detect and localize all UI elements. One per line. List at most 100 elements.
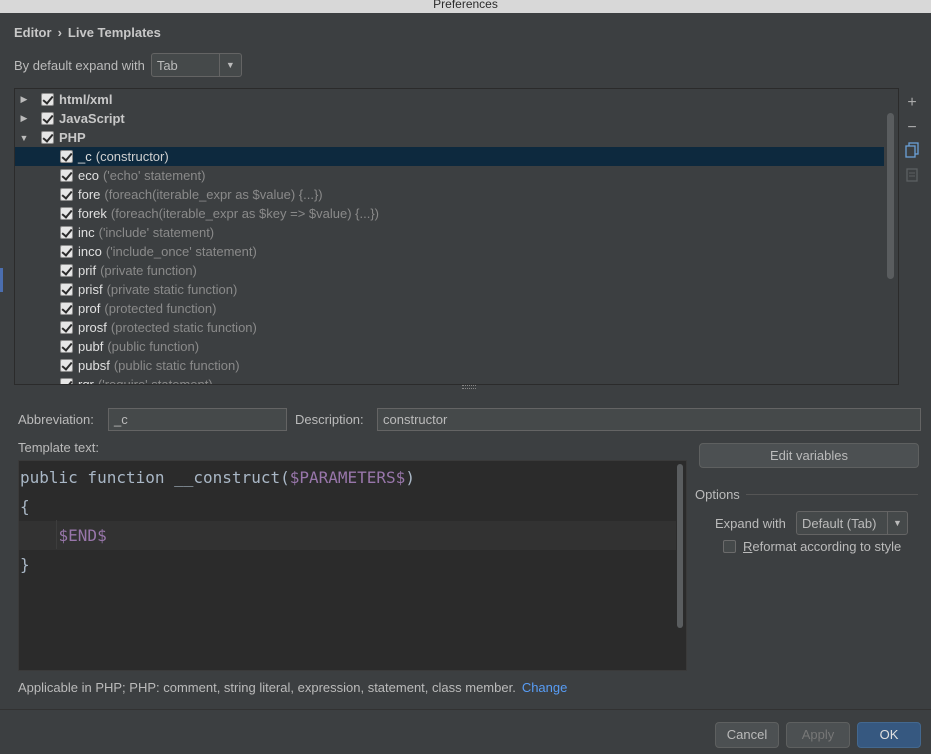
template-abbreviation: pubsf <box>78 358 110 373</box>
default-expand-value: Tab <box>156 57 178 73</box>
description-input[interactable]: constructor <box>377 408 921 431</box>
restore-defaults-icon[interactable] <box>902 167 922 192</box>
template-abbreviation: prof <box>78 301 101 316</box>
template-row-prosf[interactable]: prosf (protected static function) <box>15 318 884 337</box>
template-checkbox[interactable] <box>60 283 73 296</box>
template-row-fore[interactable]: fore (foreach(iterable_expr as $value) {… <box>15 185 884 204</box>
template-variable: $PARAMETERS$ <box>289 468 406 487</box>
editor-scrollbar[interactable] <box>677 464 683 628</box>
abbreviation-input[interactable]: _c <box>108 408 287 431</box>
group-checkbox[interactable] <box>41 131 54 144</box>
cancel-button[interactable]: Cancel <box>715 722 779 748</box>
template-description: (public static function) <box>113 358 240 373</box>
reformat-checkbox[interactable] <box>723 540 736 553</box>
template-abbreviation: inc <box>78 225 95 240</box>
template-row-inco[interactable]: inco ('include_once' statement) <box>15 242 884 261</box>
template-checkbox[interactable] <box>60 359 73 372</box>
template-text-editor[interactable]: public function __construct($PARAMETERS$… <box>18 460 687 671</box>
splitter-handle[interactable] <box>462 385 476 389</box>
code-line-4: } <box>19 550 676 579</box>
code-line-1: public function __construct($PARAMETERS$… <box>19 463 676 492</box>
template-row-_c[interactable]: _c (constructor) <box>15 147 884 166</box>
change-link[interactable]: Change <box>522 680 568 695</box>
template-checkbox[interactable] <box>60 321 73 334</box>
ok-button[interactable]: OK <box>857 722 921 748</box>
template-checkbox[interactable] <box>60 150 73 163</box>
template-description: (protected static function) <box>110 320 257 335</box>
template-abbreviation: prisf <box>78 282 103 297</box>
default-expand-combo[interactable]: Tab ▼ <box>150 53 242 77</box>
tree-scrollbar[interactable] <box>887 113 894 279</box>
group-name: JavaScript <box>59 111 125 126</box>
template-description: ('include_once' statement) <box>105 244 257 259</box>
template-checkbox[interactable] <box>60 207 73 220</box>
abbreviation-label: Abbreviation: <box>18 412 94 427</box>
breadcrumb-parent[interactable]: Editor <box>14 25 52 40</box>
reformat-label[interactable]: Reformat according to style <box>743 539 901 554</box>
template-checkbox[interactable] <box>60 188 73 201</box>
template-abbreviation: rqr <box>78 377 94 385</box>
group-checkbox[interactable] <box>41 112 54 125</box>
window-title: Preferences <box>433 0 498 11</box>
template-row-inc[interactable]: inc ('include' statement) <box>15 223 884 242</box>
template-checkbox[interactable] <box>60 245 73 258</box>
code-text: public function __construct( <box>20 468 290 487</box>
template-row-pubsf[interactable]: pubsf (public static function) <box>15 356 884 375</box>
template-abbreviation: forek <box>78 206 107 221</box>
breadcrumb-separator: › <box>57 25 62 40</box>
template-checkbox[interactable] <box>60 264 73 277</box>
applicable-contexts: Applicable in PHP; PHP: comment, string … <box>18 680 567 695</box>
template-row-eco[interactable]: eco ('echo' statement) <box>15 166 884 185</box>
footer-divider <box>0 709 931 710</box>
template-checkbox[interactable] <box>60 169 73 182</box>
templates-tree[interactable]: ▶ html/xml ▶ JavaScript ▼ PHP _c (constr… <box>14 88 899 385</box>
template-abbreviation: prif <box>78 263 97 278</box>
template-row-rqr[interactable]: rqr ('require' statement) <box>15 375 884 385</box>
apply-button[interactable]: Apply <box>786 722 850 748</box>
edit-variables-button[interactable]: Edit variables <box>699 443 919 468</box>
remove-icon[interactable]: − <box>902 117 922 142</box>
template-row-prif[interactable]: prif (private function) <box>15 261 884 280</box>
copy-icon[interactable] <box>902 142 922 167</box>
applicable-text: Applicable in PHP; PHP: comment, string … <box>18 680 516 695</box>
template-checkbox[interactable] <box>60 226 73 239</box>
tree-group-php[interactable]: ▼ PHP <box>15 128 884 147</box>
code-line-2: { <box>19 492 676 521</box>
default-expand-row: By default expand with Tab ▼ <box>14 53 242 77</box>
expand-with-value: Default (Tab) <box>802 515 877 531</box>
template-description: ('include' statement) <box>98 225 215 240</box>
template-row-prof[interactable]: prof (protected function) <box>15 299 884 318</box>
template-text-label: Template text: <box>18 440 99 455</box>
template-description: ('require' statement) <box>97 377 213 385</box>
expand-arrow-icon[interactable]: ▶ <box>19 94 29 105</box>
expand-with-label: Expand with <box>715 516 786 531</box>
group-checkbox[interactable] <box>41 93 54 106</box>
template-abbreviation: fore <box>78 187 101 202</box>
group-name: PHP <box>59 130 86 145</box>
expand-with-combo[interactable]: Default (Tab) ▼ <box>796 511 908 535</box>
tree-group-javascript[interactable]: ▶ JavaScript <box>15 109 884 128</box>
template-row-forek[interactable]: forek (foreach(iterable_expr as $key => … <box>15 204 884 223</box>
template-abbreviation: pubf <box>78 339 104 354</box>
chevron-down-icon[interactable]: ▼ <box>218 54 241 76</box>
tree-toolbar: + − <box>902 92 922 192</box>
template-abbreviation: eco <box>78 168 99 183</box>
template-description: (private function) <box>100 263 197 278</box>
template-checkbox[interactable] <box>60 302 73 315</box>
expand-arrow-icon[interactable]: ▶ <box>19 113 29 124</box>
add-icon[interactable]: + <box>902 92 922 117</box>
chevron-down-icon[interactable]: ▼ <box>887 512 907 534</box>
template-description: (public function) <box>107 339 200 354</box>
template-checkbox[interactable] <box>60 378 73 384</box>
collapse-arrow-icon[interactable]: ▼ <box>19 133 29 143</box>
template-checkbox[interactable] <box>60 340 73 353</box>
breadcrumb-current: Live Templates <box>67 25 161 40</box>
code-text: ) <box>405 468 415 487</box>
tree-group-html-xml[interactable]: ▶ html/xml <box>15 90 884 109</box>
code-line-3: $END$ <box>19 521 676 550</box>
template-row-pubf[interactable]: pubf (public function) <box>15 337 884 356</box>
options-heading: Options <box>695 487 740 502</box>
template-row-prisf[interactable]: prisf (private static function) <box>15 280 884 299</box>
window-title-bar: Preferences <box>0 0 931 13</box>
